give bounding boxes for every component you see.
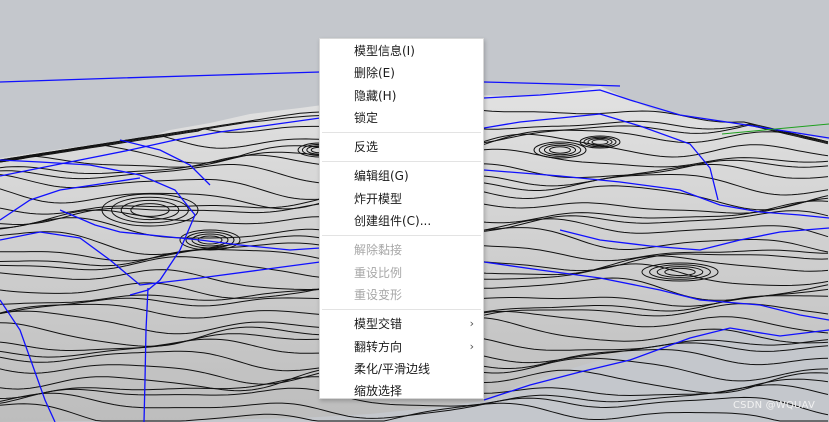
menu-item[interactable]: 模型交错 › (320, 313, 483, 335)
menu-item[interactable]: 缩放选择 (320, 380, 483, 402)
menu-separator (322, 309, 481, 311)
menu-separator (322, 132, 481, 134)
menu-item-label: 隐藏(H) (354, 88, 397, 103)
menu-item-label: 锁定 (354, 110, 379, 125)
menu-item[interactable]: 模型信息(I) (320, 40, 483, 62)
menu-item-label: 反选 (354, 140, 379, 155)
menu-item: 解除黏接 (320, 239, 483, 261)
menu-item[interactable]: 删除(E) (320, 62, 483, 84)
menu-item: 重设比例 (320, 262, 483, 284)
menu-item[interactable]: 炸开模型 (320, 188, 483, 210)
menu-item-label: 炸开模型 (354, 191, 403, 206)
menu-item-label: 编辑组(G) (354, 169, 409, 184)
menu-item-label: 模型信息(I) (354, 44, 415, 58)
menu-item[interactable]: 创建组件(C)... (320, 210, 483, 232)
menu-item-label: 解除黏接 (354, 243, 403, 258)
menu-item[interactable]: 锁定 (320, 107, 483, 129)
sketchup-viewport[interactable]: 模型信息(I) 删除(E) 隐藏(H) 锁定反选编辑组(G) 炸开模型创建组件(C)..… (0, 0, 829, 422)
watermark: CSDN @WQUAV (732, 400, 815, 411)
menu-item-label: 模型交错 (354, 317, 403, 332)
menu-item-label: 柔化/平滑边线 (354, 361, 431, 376)
context-menu: 模型信息(I) 删除(E) 隐藏(H) 锁定反选编辑组(G) 炸开模型创建组件(C)..… (319, 38, 484, 399)
menu-item-label: 重设比例 (354, 265, 403, 280)
menu-separator (322, 161, 481, 163)
menu-item-label: 翻转方向 (354, 339, 403, 354)
menu-item-label: 缩放选择 (354, 384, 403, 399)
chevron-right-icon: › (469, 317, 474, 331)
menu-item-label: 删除(E) (354, 66, 395, 81)
menu-item[interactable]: 隐藏(H) (320, 85, 483, 107)
menu-item[interactable]: 翻转方向 › (320, 336, 483, 358)
menu-item: 重设变形 (320, 284, 483, 306)
chevron-right-icon: › (469, 339, 474, 353)
menu-item[interactable]: 反选 (320, 136, 483, 158)
menu-item-label: 重设变形 (354, 287, 403, 302)
menu-item[interactable]: 编辑组(G) (320, 165, 483, 187)
menu-separator (322, 235, 481, 237)
menu-item[interactable]: 柔化/平滑边线 (320, 358, 483, 380)
menu-item-label: 创建组件(C)... (354, 214, 432, 229)
